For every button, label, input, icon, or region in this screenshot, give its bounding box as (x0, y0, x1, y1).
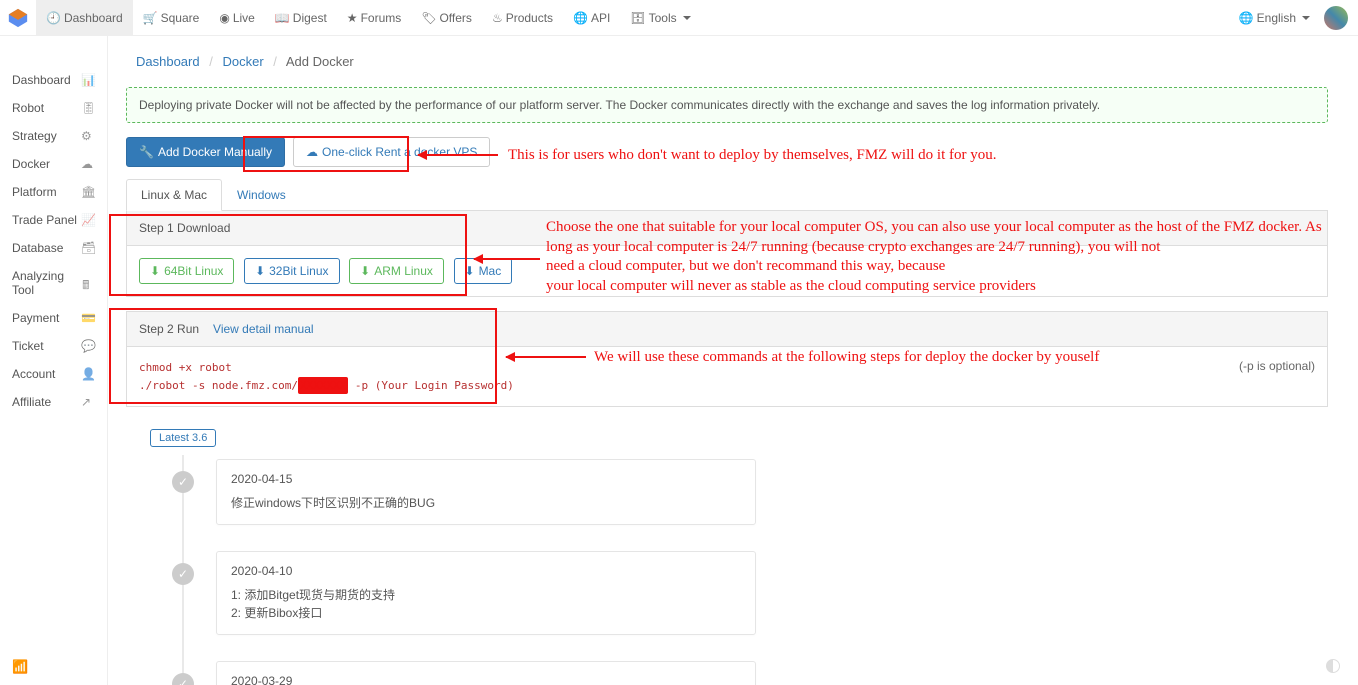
sidebar-database[interactable]: Database🗃 (0, 234, 107, 262)
download-arm-linux[interactable]: ⬇ARM Linux (349, 258, 444, 284)
sliders-icon: 🎚 (81, 101, 95, 115)
timeline-date: 2020-04-10 (231, 564, 741, 578)
chat-icon: 💬 (81, 339, 95, 353)
gauge-icon: 📊 (81, 73, 95, 87)
step1-panel: Step 1 Download ⬇64Bit Linux ⬇32Bit Linu… (126, 211, 1328, 297)
nav-live[interactable]: ◉Live (209, 0, 265, 35)
nav-products[interactable]: ♨Products (482, 0, 563, 35)
bank-icon: 🏛 (81, 185, 95, 199)
nav-offers[interactable]: 🏷Offers (411, 0, 482, 35)
top-navbar: 🕘Dashboard 🛒Square ◉Live 📖Digest ★Forums… (0, 0, 1358, 36)
caret-down-icon (683, 16, 691, 20)
globe-icon: 🌐 (1239, 11, 1254, 25)
breadcrumb-current: Add Docker (286, 54, 354, 69)
circle-icon: ◉ (219, 11, 229, 25)
breadcrumb-docker[interactable]: Docker (222, 54, 263, 69)
chart-icon: 📈 (81, 213, 95, 227)
box-icon: 🗄 (630, 11, 645, 25)
globe-icon: 🌐 (573, 11, 588, 25)
logo[interactable] (0, 0, 36, 35)
rent-vps-button[interactable]: ☁One-click Rent a docker VPS (293, 137, 490, 167)
nav-api[interactable]: 🌐API (563, 0, 620, 35)
step2-title: Step 2 Run (139, 322, 199, 336)
star-icon: ★ (347, 11, 358, 25)
clock-icon: 🕘 (46, 11, 61, 25)
check-icon: ✓ (172, 673, 194, 685)
timeline-date: 2020-03-29 (231, 674, 741, 685)
view-manual-link[interactable]: View detail manual (213, 322, 314, 336)
share-icon: ↗ (81, 395, 95, 409)
timeline-text: 1: 添加Bitget现货与期货的支持 2: 更新Bibox接口 (231, 586, 741, 622)
calc-icon: 🖩 (82, 276, 95, 290)
download-64bit-linux[interactable]: ⬇64Bit Linux (139, 258, 234, 284)
sidebar-strategy[interactable]: Strategy⚙ (0, 122, 107, 150)
cmd-note: (-p is optional) (1239, 359, 1315, 373)
sidebar-analyzing[interactable]: Analyzing Tool🖩 (0, 262, 107, 304)
download-32bit-linux[interactable]: ⬇32Bit Linux (244, 258, 339, 284)
cloud-icon: ☁ (306, 145, 318, 159)
theme-toggle[interactable] (1326, 659, 1340, 673)
brain-icon: ⚙ (81, 129, 95, 143)
command-lines: chmod +x robot ./robot -s node.fmz.com/X… (139, 359, 514, 394)
user-icon: 👤 (81, 367, 95, 381)
sidebar: Dashboard📊 Robot🎚 Strategy⚙ Docker☁ Plat… (0, 36, 108, 685)
cloud-icon: ☁ (81, 157, 95, 171)
nav-tools[interactable]: 🗄Tools (620, 0, 700, 35)
sidebar-ticket[interactable]: Ticket💬 (0, 332, 107, 360)
os-tabs: Linux & Mac Windows (126, 179, 1328, 211)
sidebar-account[interactable]: Account👤 (0, 360, 107, 388)
download-icon: ⬇ (255, 264, 265, 278)
timeline-item: ✓ 2020-04-10 1: 添加Bitget现货与期货的支持 2: 更新Bi… (176, 551, 1328, 635)
nav-forums[interactable]: ★Forums (337, 0, 411, 35)
breadcrumb-dashboard[interactable]: Dashboard (136, 54, 200, 69)
fire-icon: ♨ (492, 11, 503, 25)
sidebar-dashboard[interactable]: Dashboard📊 (0, 66, 107, 94)
timeline-text: 修正windows下时区识别不正确的BUG (231, 494, 741, 512)
nav-dashboard[interactable]: 🕘Dashboard (36, 0, 133, 35)
db-icon: 🗃 (81, 241, 95, 255)
signal-icon: 📶 (12, 659, 28, 675)
download-icon: ⬇ (465, 264, 475, 278)
download-mac[interactable]: ⬇Mac (454, 258, 513, 284)
sidebar-signal: 📶 (0, 649, 107, 685)
book-icon: 📖 (275, 11, 290, 25)
add-docker-button[interactable]: 🔧Add Docker Manually (126, 137, 285, 167)
tag-icon: 🏷 (421, 11, 436, 25)
sidebar-tradepanel[interactable]: Trade Panel📈 (0, 206, 107, 234)
latest-badge: Latest 3.6 (150, 429, 216, 447)
nav-square[interactable]: 🛒Square (133, 0, 210, 35)
redacted-token: XXXXXXX (298, 377, 348, 395)
check-icon: ✓ (172, 563, 194, 585)
download-icon: ⬇ (360, 264, 370, 278)
tab-linux-mac[interactable]: Linux & Mac (126, 179, 222, 211)
step2-panel: Step 2 Run View detail manual chmod +x r… (126, 311, 1328, 407)
changelog-timeline: ✓ 2020-04-15 修正windows下时区识别不正确的BUG ✓ 202… (176, 455, 1328, 685)
info-banner: Deploying private Docker will not be aff… (126, 87, 1328, 123)
language-selector[interactable]: 🌐English (1229, 0, 1320, 35)
sidebar-docker[interactable]: Docker☁ (0, 150, 107, 178)
check-icon: ✓ (172, 471, 194, 493)
sidebar-payment[interactable]: Payment💳 (0, 304, 107, 332)
card-icon: 💳 (81, 311, 95, 325)
sidebar-robot[interactable]: Robot🎚 (0, 94, 107, 122)
avatar[interactable] (1324, 6, 1348, 30)
step1-title: Step 1 Download (127, 211, 1327, 246)
wrench-icon: 🔧 (139, 145, 154, 159)
timeline-item: ✓ 2020-04-15 修正windows下时区识别不正确的BUG (176, 459, 1328, 525)
nav-digest[interactable]: 📖Digest (265, 0, 337, 35)
timeline-date: 2020-04-15 (231, 472, 741, 486)
download-icon: ⬇ (150, 264, 160, 278)
content-area: Dashboard / Docker / Add Docker Deployin… (108, 36, 1358, 685)
breadcrumb: Dashboard / Docker / Add Docker (126, 54, 1328, 73)
sidebar-platform[interactable]: Platform🏛 (0, 178, 107, 206)
tab-windows[interactable]: Windows (222, 179, 301, 211)
sidebar-affiliate[interactable]: Affiliate↗ (0, 388, 107, 416)
cart-icon: 🛒 (143, 11, 158, 25)
timeline-item: ✓ 2020-03-29 (176, 661, 1328, 685)
caret-down-icon (1302, 16, 1310, 20)
